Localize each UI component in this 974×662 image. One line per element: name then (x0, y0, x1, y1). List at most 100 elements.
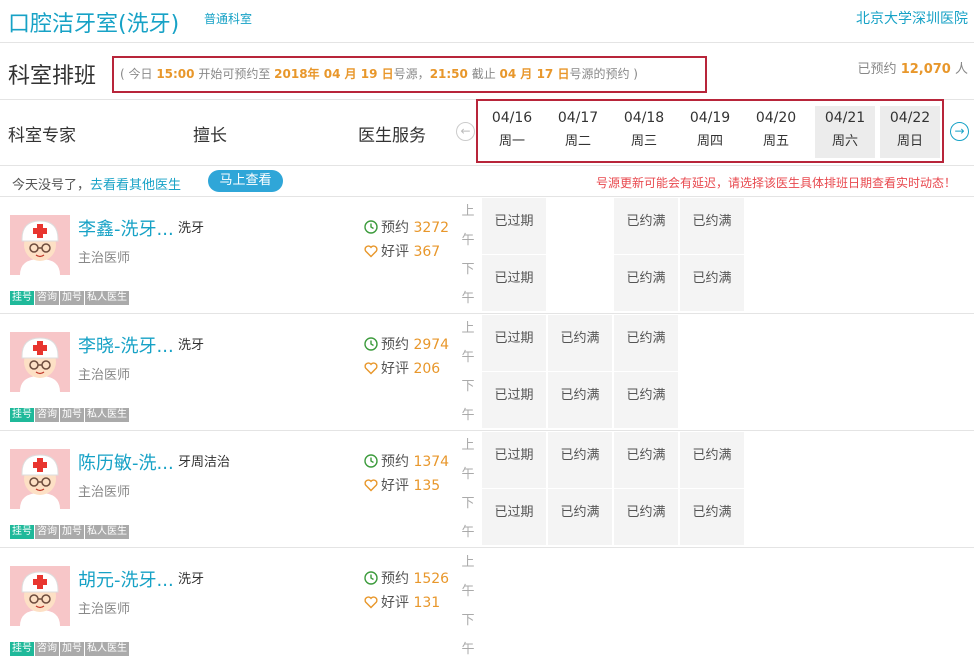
delay-warning: 号源更新可能会有延迟，请选择该医生具体排班日期查看实时动态！ (595, 176, 956, 190)
afternoon-label: 下午 (461, 496, 475, 540)
doctor-avatar[interactable] (10, 215, 70, 275)
doctor-title: 主治医师 (78, 485, 131, 500)
doctor-avatar[interactable] (10, 566, 70, 626)
heart-icon (364, 244, 381, 260)
afternoon-label: 下午 (461, 379, 475, 423)
date-highlight-outline (476, 99, 944, 163)
morning-label: 上午 (461, 321, 475, 365)
service-tags: 挂号 咨询 加号 私人医生 (10, 402, 130, 422)
doctor-skill: 洗牙 (178, 221, 205, 236)
doctor-name-link[interactable]: 陈历敏-洗... (78, 449, 174, 475)
schedule-slot[interactable]: 已过期 (482, 198, 546, 254)
doctor-row: 李鑫-洗牙... 主治医师 洗牙 预约 3272 好评 367 挂号 咨询 加号 私人医生 上午下… (0, 197, 974, 314)
service-tag[interactable]: 加号 (60, 291, 84, 305)
appointment-stat: 预约 2974 (364, 334, 449, 354)
service-tag[interactable]: 挂号 (10, 408, 34, 422)
doctor-row: 胡元-洗牙... 主治医师 洗牙 预约 1526 好评 131 挂号 咨询 加号 私人医生 上午下… (0, 548, 974, 662)
appointment-stat: 预约 1374 (364, 451, 449, 471)
morning-label: 上午 (461, 438, 475, 482)
no-slots-hint: 今天没号了，去看看其他医生 (12, 178, 182, 193)
heart-icon (364, 478, 381, 494)
next-week-arrow-icon[interactable]: → (950, 122, 969, 141)
review-stat: 好评 367 (364, 241, 440, 261)
morning-label: 上午 (461, 555, 475, 599)
schedule-slot[interactable]: 已约满 (680, 255, 744, 311)
appointment-stat: 预约 3272 (364, 217, 449, 237)
doctor-avatar[interactable] (10, 449, 70, 509)
doctor-name-link[interactable]: 李晓-洗牙... (78, 332, 174, 358)
department-type-tag[interactable]: 普通科室 (204, 10, 252, 27)
schedule-slot[interactable]: 已约满 (614, 372, 678, 428)
review-stat: 好评 206 (364, 358, 440, 378)
service-tag[interactable]: 挂号 (10, 642, 34, 656)
service-tag[interactable]: 私人医生 (85, 525, 129, 539)
appointment-stat: 预约 1526 (364, 568, 449, 588)
doctor-name-link[interactable]: 胡元-洗牙... (78, 566, 174, 592)
other-doctors-link[interactable]: 去看看其他医生 (90, 178, 181, 193)
page-header: 口腔洁牙室(洗牙) 普通科室 北京大学深圳医院 (0, 0, 974, 40)
doctor-title: 主治医师 (78, 602, 131, 617)
doctor-row: 陈历敏-洗... 主治医师 牙周洁治 预约 1374 好评 135 挂号 咨询 加号 私人医生 上… (0, 431, 974, 548)
schedule-slot[interactable]: 已约满 (548, 489, 612, 545)
divider (0, 42, 974, 43)
schedule-slot[interactable]: 已约满 (548, 315, 612, 371)
afternoon-label: 下午 (461, 613, 475, 657)
clock-icon (364, 571, 381, 587)
prev-week-arrow-icon[interactable]: ← (456, 122, 475, 141)
service-tag[interactable]: 私人医生 (85, 291, 129, 305)
schedule-slot[interactable]: 已约满 (614, 315, 678, 371)
doctor-avatar[interactable] (10, 332, 70, 392)
doctor-skill: 洗牙 (178, 572, 205, 587)
service-tag[interactable]: 咨询 (35, 525, 59, 539)
service-tag[interactable]: 加号 (60, 408, 84, 422)
booking-notice: ( 今日 15:00 开始可预约至 2018年 04 月 19 日号源，21:5… (112, 56, 707, 93)
morning-label: 上午 (461, 204, 475, 248)
doctor-skill: 牙周洁治 (178, 455, 231, 470)
heart-icon (364, 361, 381, 377)
doctor-skill: 洗牙 (178, 338, 205, 353)
service-tag[interactable]: 加号 (60, 642, 84, 656)
schedule-slot[interactable]: 已过期 (482, 432, 546, 488)
service-tag[interactable]: 咨询 (35, 291, 59, 305)
doctor-title: 主治医师 (78, 251, 131, 266)
doctor-name-link[interactable]: 李鑫-洗牙... (78, 215, 174, 241)
service-tag[interactable]: 挂号 (10, 525, 34, 539)
booked-count: 已预约 12,070 人 (857, 62, 968, 77)
schedule-slot[interactable]: 已约满 (680, 198, 744, 254)
schedule-slot[interactable]: 已约满 (614, 489, 678, 545)
schedule-slot[interactable]: 已约满 (548, 432, 612, 488)
doctor-title: 主治医师 (78, 368, 131, 383)
service-tag[interactable]: 加号 (60, 525, 84, 539)
review-stat: 好评 131 (364, 592, 440, 612)
schedule-slot[interactable]: 已约满 (614, 198, 678, 254)
doctor-row: 李晓-洗牙... 主治医师 洗牙 预约 2974 好评 206 挂号 咨询 加号 私人医生 上午下… (0, 314, 974, 431)
column-header-skill: 擅长 (193, 126, 227, 146)
clock-icon (364, 454, 381, 470)
view-now-button[interactable]: 马上查看 (208, 170, 283, 192)
column-header-service: 医生服务 (358, 126, 426, 146)
schedule-slot[interactable]: 已过期 (482, 489, 546, 545)
service-tags: 挂号 咨询 加号 私人医生 (10, 519, 130, 539)
schedule-slot[interactable]: 已约满 (614, 432, 678, 488)
schedule-slot[interactable]: 已过期 (482, 372, 546, 428)
column-header-expert: 科室专家 (8, 126, 76, 146)
service-tag[interactable]: 咨询 (35, 642, 59, 656)
schedule-slot[interactable]: 已约满 (680, 432, 744, 488)
schedule-title: 科室排班 (8, 64, 97, 89)
heart-icon (364, 595, 381, 611)
schedule-slot[interactable]: 已过期 (482, 315, 546, 371)
service-tags: 挂号 咨询 加号 私人医生 (10, 285, 130, 305)
schedule-slot[interactable]: 已过期 (482, 255, 546, 311)
schedule-slot[interactable]: 已约满 (614, 255, 678, 311)
service-tag[interactable]: 私人医生 (85, 408, 129, 422)
service-tag[interactable]: 私人医生 (85, 642, 129, 656)
service-tags: 挂号 咨询 加号 私人医生 (10, 636, 130, 656)
schedule-slot[interactable]: 已约满 (680, 489, 744, 545)
service-tag[interactable]: 挂号 (10, 291, 34, 305)
clock-icon (364, 337, 381, 353)
department-title: 口腔洁牙室(洗牙) (8, 12, 180, 37)
service-tag[interactable]: 咨询 (35, 408, 59, 422)
afternoon-label: 下午 (461, 262, 475, 306)
hospital-link[interactable]: 北京大学深圳医院 (856, 8, 968, 28)
schedule-slot[interactable]: 已约满 (548, 372, 612, 428)
